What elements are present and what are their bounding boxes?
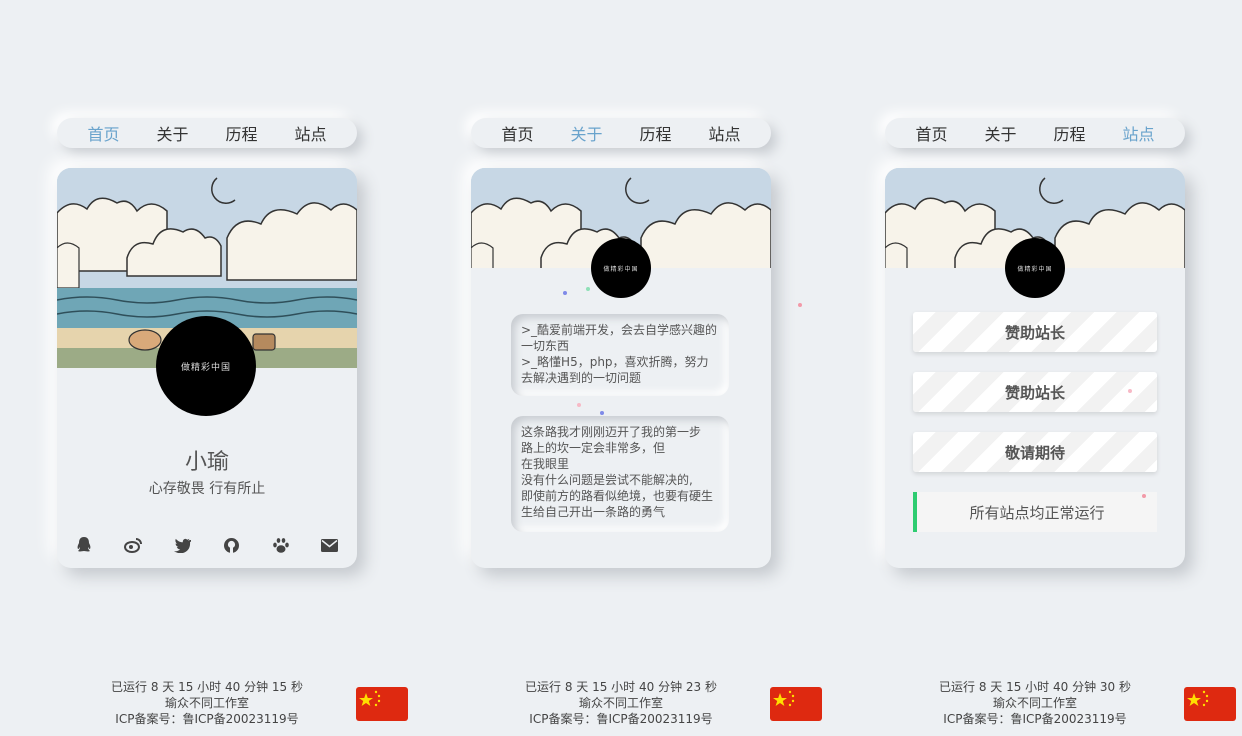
avatar: 做精彩中国 — [591, 238, 651, 298]
nav-history[interactable]: 历程 — [639, 121, 671, 145]
panel-sites: 首页 关于 历程 站点 做精彩中国 赞助站长 赞助站长 敬请期待 所有站点均正常… — [885, 0, 1185, 736]
nav-home[interactable]: 首页 — [87, 121, 119, 145]
journey-line: 在我眼里 — [521, 457, 570, 471]
avatar-text: 做精彩中国 — [180, 362, 231, 373]
icp-record[interactable]: ICP备案号：鲁ICP备20023119号 — [885, 711, 1185, 727]
runtime-text: 已运行 8 天 15 小时 40 分钟 30 秒 — [939, 680, 1131, 694]
avatar: 做精彩中国 — [1005, 238, 1065, 298]
particle-dot — [586, 287, 590, 291]
twitter-icon[interactable] — [171, 534, 193, 556]
nav-about[interactable]: 关于 — [570, 121, 602, 145]
china-flag-icon — [770, 687, 822, 721]
particle-dot — [577, 403, 581, 407]
avatar-text: 做精彩中国 — [603, 265, 639, 273]
nav-home[interactable]: 首页 — [501, 121, 533, 145]
icp-record[interactable]: ICP备案号：鲁ICP备20023119号 — [57, 711, 357, 727]
paw-icon[interactable] — [270, 534, 292, 556]
runtime-text: 已运行 8 天 15 小时 40 分钟 15 秒 — [111, 680, 303, 694]
top-nav: 首页 关于 历程 站点 — [885, 118, 1185, 148]
sites-card: 做精彩中国 赞助站长 赞助站长 敬请期待 所有站点均正常运行 — [885, 168, 1185, 568]
qq-icon[interactable] — [73, 534, 95, 556]
china-flag-icon — [1184, 687, 1236, 721]
intro-line: >_略懂H5，php，喜欢折腾，努力去解决遇到的一切问题 — [521, 355, 709, 385]
studio-name: 瑜众不同工作室 — [164, 696, 249, 710]
particle-dot — [1142, 494, 1146, 498]
profile-name: 小瑜 — [184, 450, 229, 475]
studio-name: 瑜众不同工作室 — [992, 696, 1077, 710]
panel-home: 首页 关于 历程 站点 做精彩中国 小瑜 心存敬畏 行有所止 已运行 8 天 1… — [57, 0, 357, 736]
nav-sites[interactable]: 站点 — [294, 121, 326, 145]
coming-soon-button[interactable]: 敬请期待 — [913, 432, 1157, 472]
journey-box: 这条路我才刚刚迈开了我的第一步 路上的坎一定会非常多，但 在我眼里 没有什么问题… — [511, 416, 729, 532]
site-footer: 已运行 8 天 15 小时 40 分钟 15 秒 瑜众不同工作室 ICP备案号：… — [57, 679, 357, 727]
profile-card: 做精彩中国 小瑜 心存敬畏 行有所止 — [57, 168, 357, 568]
site-footer: 已运行 8 天 15 小时 40 分钟 30 秒 瑜众不同工作室 ICP备案号：… — [885, 679, 1185, 727]
journey-line: 即使前方的路看似绝境，也要有硬生生给自己开出一条路的勇气 — [521, 489, 714, 519]
social-links — [73, 534, 341, 556]
avatar: 做精彩中国 — [156, 316, 256, 416]
nav-home[interactable]: 首页 — [915, 121, 947, 145]
journey-line: 没有什么问题是尝试不能解决的, — [521, 473, 693, 487]
weibo-icon[interactable] — [122, 534, 144, 556]
journey-line: 路上的坎一定会非常多，但 — [521, 441, 666, 455]
nav-history[interactable]: 历程 — [1053, 121, 1085, 145]
status-banner: 所有站点均正常运行 — [913, 492, 1157, 532]
panel-about: 首页 关于 历程 站点 做精彩中国 >_酷爱前端开发，会去自学感兴趣的一切东西 … — [471, 0, 771, 736]
nav-sites[interactable]: 站点 — [708, 121, 740, 145]
profile-motto: 心存敬畏 行有所止 — [148, 481, 266, 497]
particle-dot — [1128, 389, 1132, 393]
about-card: 做精彩中国 >_酷爱前端开发，会去自学感兴趣的一切东西 >_略懂H5，php，喜… — [471, 168, 771, 568]
runtime-text: 已运行 8 天 15 小时 40 分钟 23 秒 — [525, 680, 717, 694]
github-icon[interactable] — [221, 534, 243, 556]
particle-dot — [798, 303, 802, 307]
avatar-text: 做精彩中国 — [1017, 265, 1053, 273]
nav-history[interactable]: 历程 — [225, 121, 257, 145]
intro-line: >_酷爱前端开发，会去自学感兴趣的一切东西 — [521, 323, 718, 353]
site-footer: 已运行 8 天 15 小时 40 分钟 23 秒 瑜众不同工作室 ICP备案号：… — [471, 679, 771, 727]
nav-sites[interactable]: 站点 — [1122, 121, 1154, 145]
china-flag-icon — [356, 687, 408, 721]
top-nav: 首页 关于 历程 站点 — [57, 118, 357, 148]
particle-dot — [563, 291, 567, 295]
journey-line: 这条路我才刚刚迈开了我的第一步 — [521, 425, 702, 439]
intro-box: >_酷爱前端开发，会去自学感兴趣的一切东西 >_略懂H5，php，喜欢折腾，努力… — [511, 314, 729, 396]
nav-about[interactable]: 关于 — [984, 121, 1016, 145]
particle-dot — [600, 411, 604, 415]
mail-icon[interactable] — [319, 534, 341, 556]
top-nav: 首页 关于 历程 站点 — [471, 118, 771, 148]
nav-about[interactable]: 关于 — [156, 121, 188, 145]
icp-record[interactable]: ICP备案号：鲁ICP备20023119号 — [471, 711, 771, 727]
studio-name: 瑜众不同工作室 — [578, 696, 663, 710]
sponsor-button[interactable]: 赞助站长 — [913, 312, 1157, 352]
sponsor-button[interactable]: 赞助站长 — [913, 372, 1157, 412]
